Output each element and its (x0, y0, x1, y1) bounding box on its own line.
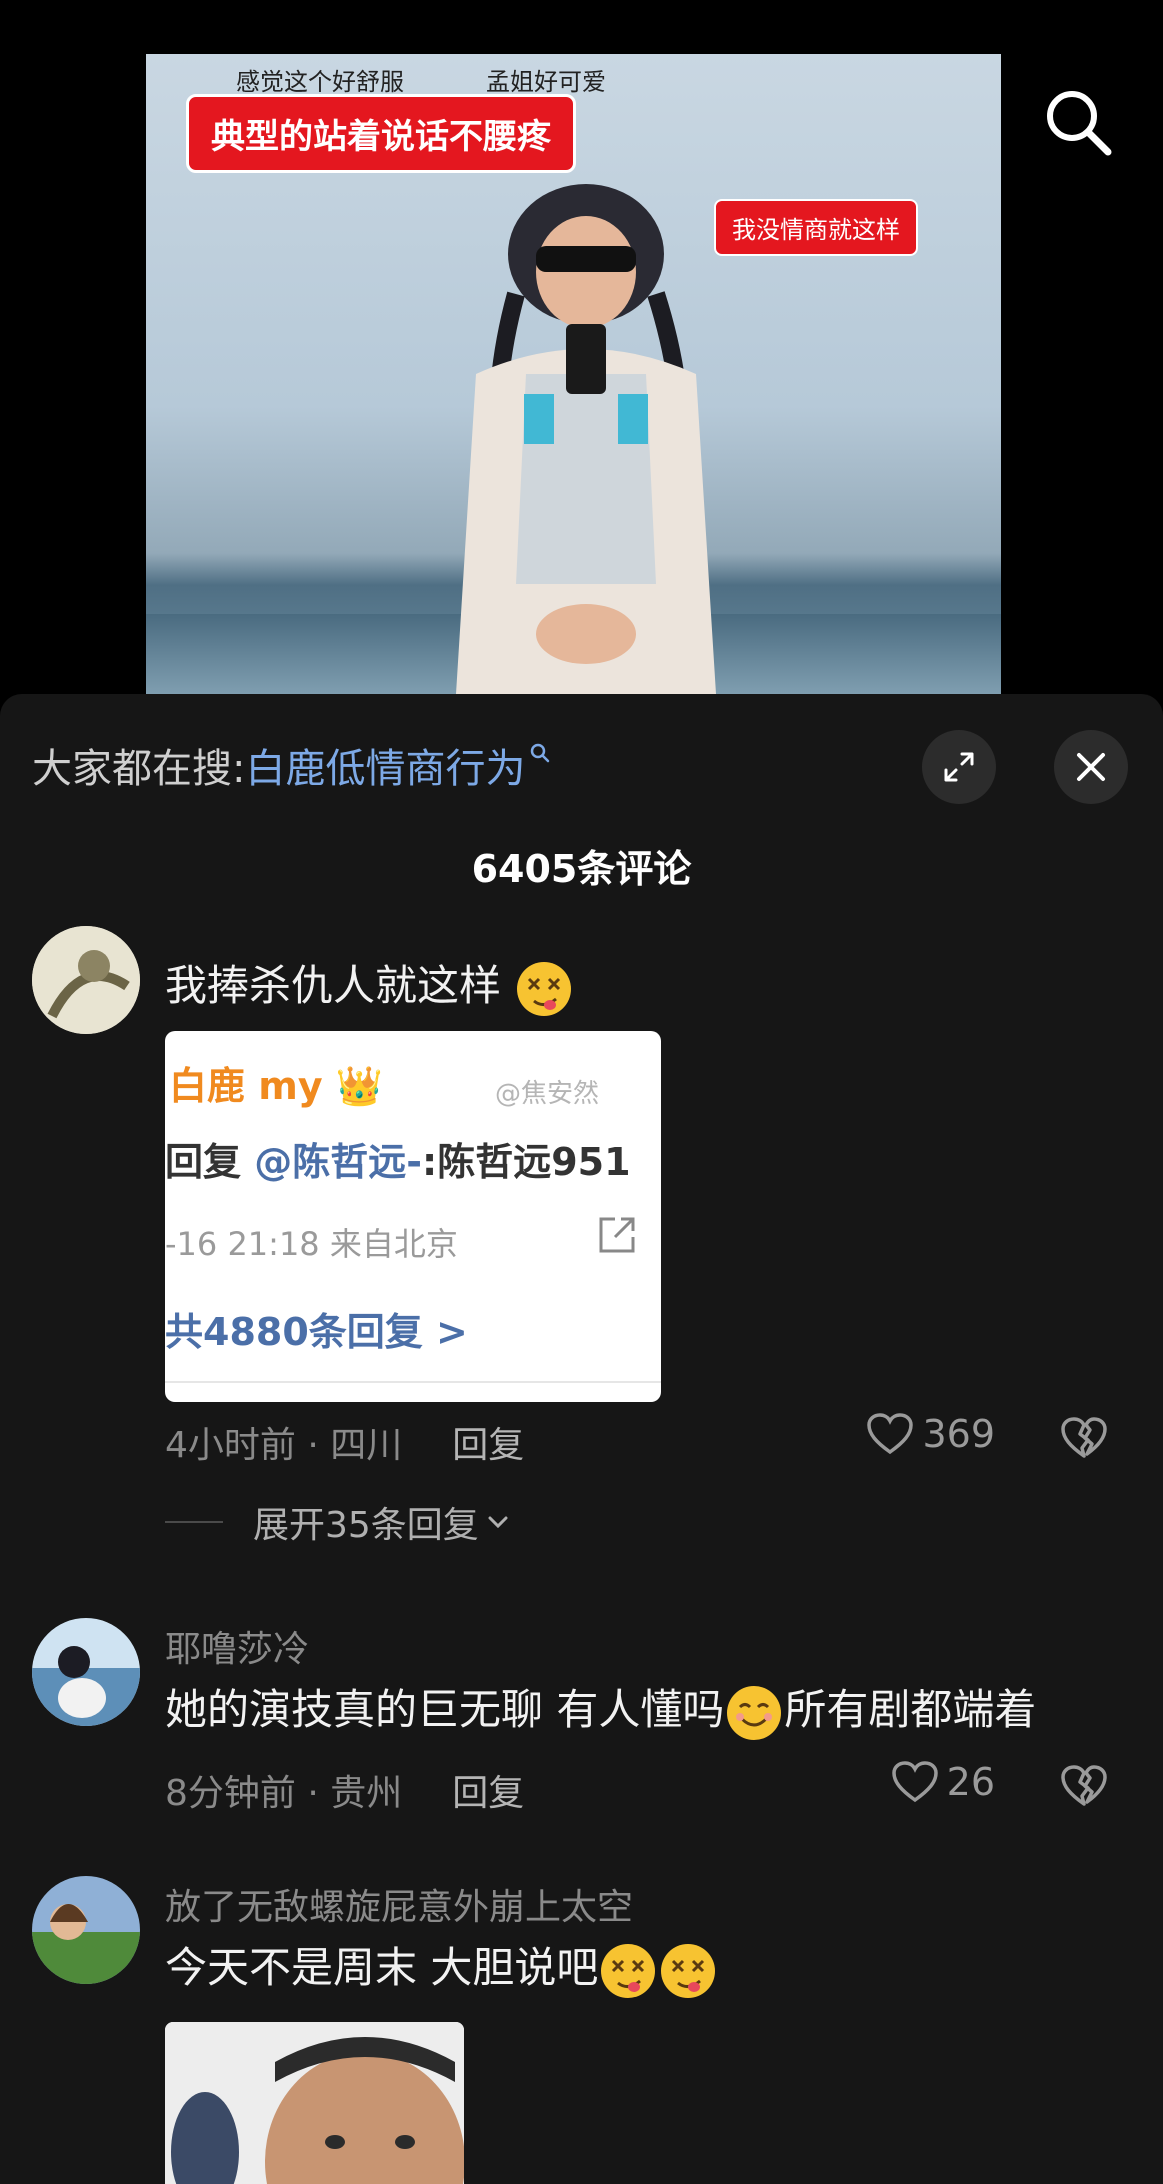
smiling-face-emoji-icon (727, 1685, 782, 1740)
video-subtitle-banner: 我没情商就这样 (714, 199, 918, 256)
comment-text: 她的演技真的巨无聊 有人懂吗 所有剧都端着 (165, 1676, 1036, 1743)
comment-image[interactable] (165, 2022, 464, 2184)
comment-count: 6405条评论 (471, 847, 692, 891)
avatar-image (32, 1876, 140, 1984)
image-timestamp: -16 21:18 来自北京 (165, 1225, 458, 1263)
image-divider (165, 1381, 661, 1383)
dizzy-face-emoji-icon (601, 1943, 656, 1998)
reply-button[interactable]: 回复 (452, 1425, 524, 1466)
like-button[interactable]: 369 (866, 1412, 995, 1456)
avatar[interactable] (32, 926, 140, 1034)
like-count: 26 (946, 1760, 995, 1804)
comment-username[interactable]: 放了无敌螺旋屁意外崩上太空 (165, 1878, 633, 1930)
avatar[interactable] (32, 1876, 140, 1984)
comment-image-content (165, 2022, 464, 2184)
expand-divider (165, 1521, 223, 1523)
heart-icon (867, 1413, 914, 1455)
close-icon (1077, 753, 1105, 781)
comment-time-location: 4小时前 · 四川 (165, 1425, 403, 1466)
search-suggestion[interactable]: 大家都在搜:白鹿低情商行为 (32, 736, 551, 794)
broken-heart-icon[interactable] (1060, 1764, 1108, 1808)
comment-text: 今天不是周末 大胆说吧 (165, 1934, 718, 2001)
search-suggestion-prefix: 大家都在搜: (32, 746, 246, 792)
comment-time-location: 8分钟前 · 贵州 (165, 1773, 403, 1814)
comment-image[interactable]: 白鹿 my 👑 @焦安然 回复 @陈哲远-:陈哲远951 -16 21:18 来… (165, 1031, 661, 1402)
danmaku-comment: 孟姐好可爱 (486, 68, 606, 96)
image-reply-suffix: :陈哲远951 (422, 1140, 631, 1184)
comment-meta: 8分钟前 · 贵州 回复 (165, 1764, 524, 1816)
heart-icon (891, 1761, 938, 1803)
like-button[interactable]: 26 (891, 1760, 995, 1804)
like-count: 369 (922, 1412, 995, 1456)
image-reply-mention: @陈哲远- (254, 1140, 423, 1184)
small-search-icon (531, 743, 550, 763)
video-player[interactable]: 感觉这个好舒服 孟姐好可爱 典型的站着说话不腰疼 我没情商就这样 (0, 0, 1163, 700)
close-button[interactable] (1054, 730, 1128, 804)
expand-replies-label: 展开35条回复 (253, 1505, 479, 1546)
image-reply-count: 共4880条回复 > (165, 1310, 468, 1354)
expand-replies-button[interactable]: 展开35条回复 (165, 1496, 511, 1548)
video-person-figure (456, 184, 716, 694)
avatar-image (32, 926, 140, 1034)
comment-meta: 4小时前 · 四川 回复 (165, 1416, 524, 1468)
comment-text: 我捧杀仇人就这样 (165, 952, 574, 1019)
comment-text-content: 她的演技真的巨无聊 有人懂吗 (165, 1685, 725, 1734)
comment-sheet: 大家都在搜:白鹿低情商行为 6405条评论 我捧杀仇人就这样 白鹿 my 👑 @… (0, 694, 1163, 2184)
search-suggestion-term[interactable]: 白鹿低情商行为 (245, 746, 525, 792)
comment-text-content: 今天不是周末 大胆说吧 (165, 1943, 599, 1992)
reply-button[interactable]: 回复 (452, 1773, 524, 1814)
danmaku-comment: 感觉这个好舒服 (236, 68, 404, 96)
broken-heart-icon[interactable] (1060, 1416, 1108, 1460)
image-watermark: @焦安然 (495, 1079, 600, 1109)
chevron-down-icon (488, 1516, 508, 1529)
image-reply-line: 回复 @陈哲远-:陈哲远951 (165, 1131, 631, 1186)
comment-text-content: 我捧杀仇人就这样 (165, 961, 502, 1010)
video-title-banner: 典型的站着说话不腰疼 (186, 94, 576, 173)
avatar-image (32, 1618, 140, 1726)
dizzy-face-emoji-icon (517, 961, 572, 1016)
comment-text-content: 所有剧都端着 (784, 1685, 1037, 1734)
expand-icon (944, 752, 974, 782)
avatar[interactable] (32, 1618, 140, 1726)
expand-button[interactable] (922, 730, 996, 804)
dizzy-face-emoji-icon (661, 1943, 716, 1998)
image-username: 白鹿 my 👑 (169, 1064, 384, 1108)
image-reply-prefix: 回复 (165, 1140, 255, 1184)
video-frame[interactable]: 感觉这个好舒服 孟姐好可爱 典型的站着说话不腰疼 我没情商就这样 (146, 54, 1001, 694)
comment-username[interactable]: 耶噜莎冷 (165, 1620, 309, 1672)
share-icon (599, 1217, 635, 1253)
search-icon[interactable] (1040, 84, 1116, 160)
